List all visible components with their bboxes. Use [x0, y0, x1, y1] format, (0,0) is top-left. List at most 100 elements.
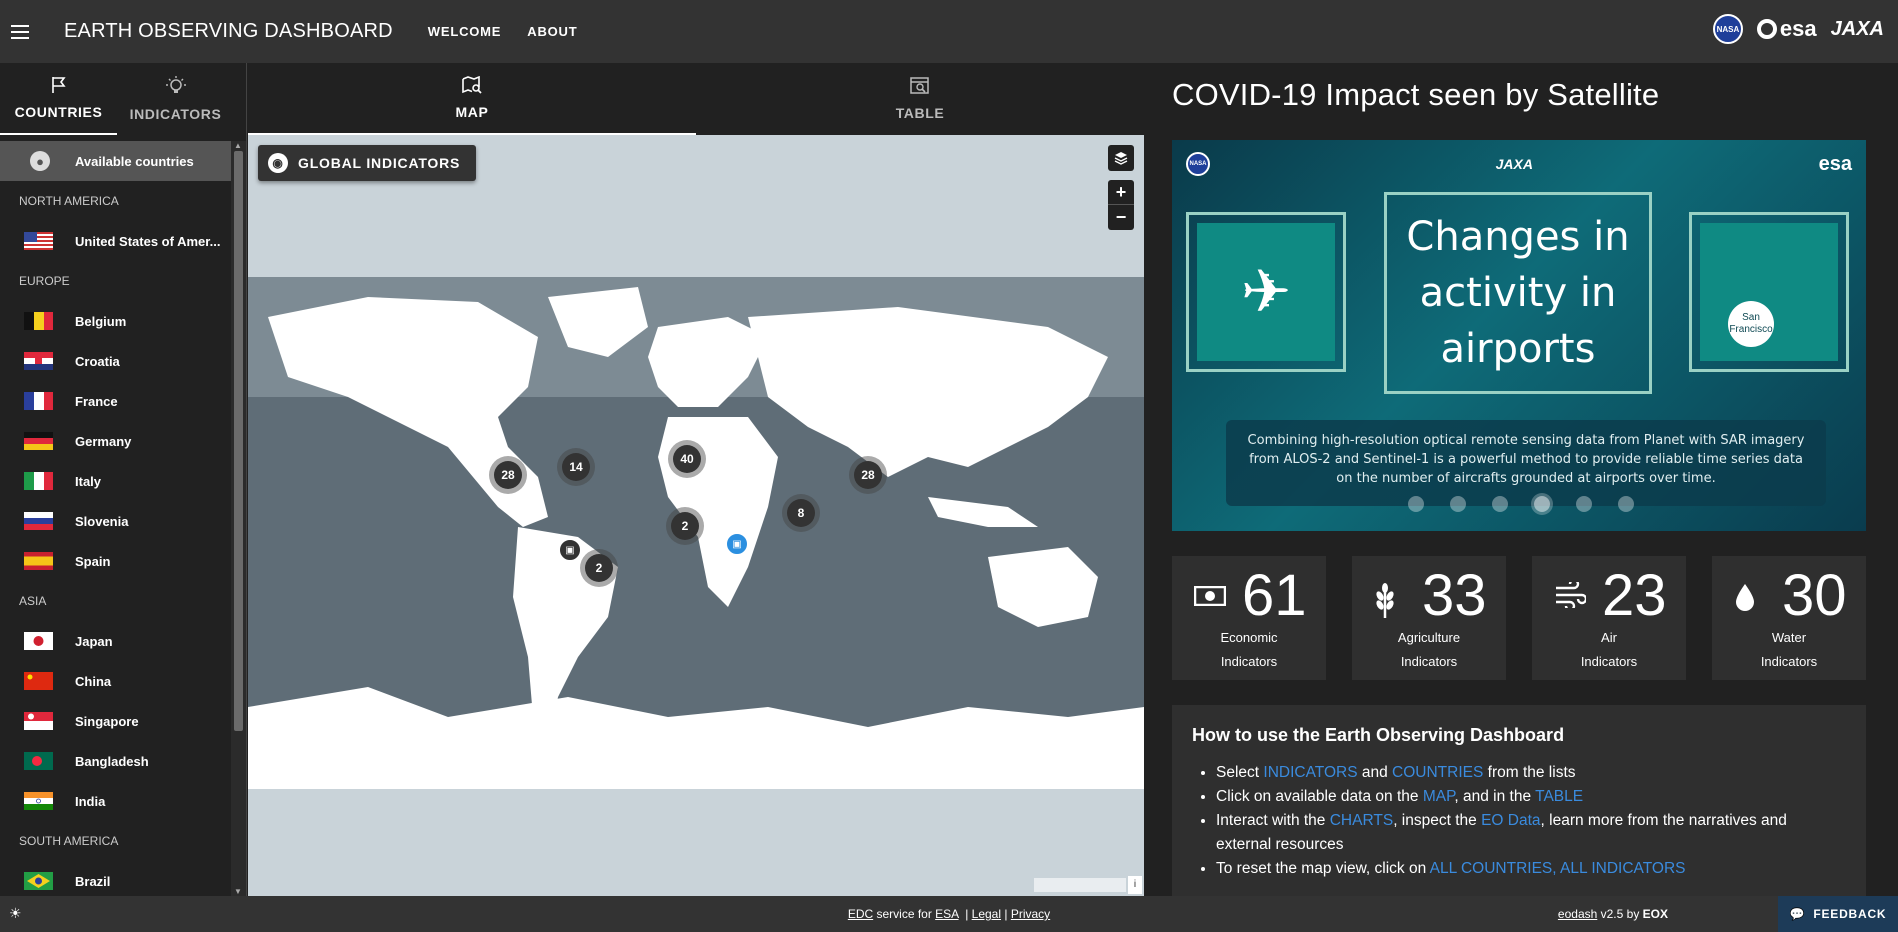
carousel-dot-active[interactable] — [1534, 496, 1550, 512]
app-title[interactable]: EARTH OBSERVING DASHBOARD — [64, 20, 393, 43]
zoom-out-button[interactable]: − — [1108, 205, 1134, 230]
carousel-dot[interactable] — [1576, 496, 1592, 512]
country-label: Germany — [75, 433, 132, 449]
carousel-dot[interactable] — [1618, 496, 1634, 512]
zoom-in-button[interactable]: + — [1108, 180, 1134, 205]
legal-link[interactable]: Legal — [972, 907, 1001, 921]
stat-label: Water — [1771, 630, 1807, 645]
singapore-flag-icon — [24, 712, 53, 730]
globe-icon: ◉ — [268, 153, 288, 173]
esa-link[interactable]: ESA — [935, 907, 958, 921]
globe-icon: ● — [30, 151, 50, 171]
eodash-link[interactable]: eodash — [1558, 907, 1597, 921]
map-cluster[interactable]: 28 — [849, 456, 887, 494]
nav-welcome[interactable]: WELCOME — [415, 24, 514, 39]
edc-link[interactable]: EDC — [848, 907, 873, 921]
link-charts[interactable]: CHARTS — [1330, 812, 1393, 829]
scroll-down-icon[interactable]: ▼ — [234, 887, 242, 896]
stat-air[interactable]: 23 Air Indicators — [1532, 556, 1686, 680]
country-india[interactable]: India — [0, 781, 231, 821]
country-spain[interactable]: Spain — [0, 541, 231, 581]
tab-indicators[interactable]: INDICATORS — [117, 63, 234, 135]
map-panel: MAP TABLE ◉ GLOBAL INDICATORS + − 28 14 … — [248, 63, 1144, 896]
country-japan[interactable]: Japan — [0, 621, 231, 661]
available-countries-label: Available countries — [75, 153, 194, 169]
money-marker-icon[interactable]: ▣ — [558, 538, 582, 562]
text: , and in the — [1454, 788, 1536, 805]
map-cluster[interactable]: 2 — [666, 507, 704, 545]
map-attribution — [1034, 878, 1126, 892]
tab-countries[interactable]: COUNTRIES — [0, 63, 117, 135]
list-item: To reset the map view, click on ALL COUN… — [1216, 857, 1846, 881]
country-slovenia[interactable]: Slovenia — [0, 501, 231, 541]
info-button[interactable]: i — [1128, 876, 1142, 894]
region-south-america: SOUTH AMERICA — [19, 834, 119, 848]
layers-icon[interactable] — [1108, 145, 1134, 171]
country-croatia[interactable]: Croatia — [0, 341, 231, 381]
airport-illustration: ✈ — [1186, 212, 1346, 372]
list-item: Click on available data on the MAP, and … — [1216, 785, 1846, 809]
scroll-up-icon[interactable]: ▲ — [234, 141, 242, 150]
nav-about[interactable]: ABOUT — [514, 24, 590, 39]
nasa-logo[interactable]: NASA — [1712, 14, 1743, 44]
available-countries[interactable]: ● Available countries — [0, 141, 231, 181]
link-eo-data[interactable]: EO Data — [1481, 812, 1540, 829]
country-germany[interactable]: Germany — [0, 421, 231, 461]
country-bangladesh[interactable]: Bangladesh — [0, 741, 231, 781]
global-indicators-button[interactable]: ◉ GLOBAL INDICATORS — [258, 145, 477, 181]
jaxa-logo[interactable]: JAXA — [1831, 18, 1884, 41]
map-cluster[interactable]: 40 — [668, 440, 706, 478]
text: To reset the map view, click on — [1216, 860, 1430, 877]
info-panel: COVID-19 Impact seen by Satellite NASA J… — [1145, 63, 1898, 896]
map-cluster[interactable]: 28 — [489, 456, 527, 494]
country-belgium[interactable]: Belgium — [0, 301, 231, 341]
stat-economic[interactable]: 61 Economic Indicators — [1172, 556, 1326, 680]
tab-table-label: TABLE — [895, 105, 945, 121]
stat-agriculture[interactable]: 33 Agriculture Indicators — [1352, 556, 1506, 680]
link-countries[interactable]: COUNTRIES — [1392, 764, 1483, 781]
carousel-dot[interactable] — [1408, 496, 1424, 512]
world-map[interactable]: ◉ GLOBAL INDICATORS + − 28 14 40 2 8 28 … — [248, 135, 1144, 896]
country-brazil[interactable]: Brazil — [0, 861, 231, 896]
stat-value: 23 — [1602, 563, 1667, 628]
country-label: China — [75, 673, 112, 689]
stat-water[interactable]: 30 Water Indicators — [1712, 556, 1866, 680]
money-marker-icon[interactable]: ▣ — [725, 532, 749, 556]
scroll-thumb[interactable] — [234, 151, 243, 731]
link-indicators[interactable]: INDICATORS — [1263, 764, 1357, 781]
country-singapore[interactable]: Singapore — [0, 701, 231, 741]
stat-label: Air — [1601, 630, 1617, 645]
money-icon — [1193, 582, 1227, 613]
esa-logo[interactable]: esa — [1756, 16, 1817, 42]
tab-map[interactable]: MAP — [248, 63, 696, 135]
slovenia-flag-icon — [24, 512, 53, 530]
carousel-dot[interactable] — [1492, 496, 1508, 512]
banner-headline: Changes in activity in airports — [1384, 192, 1652, 394]
link-map[interactable]: MAP — [1423, 788, 1455, 805]
country-france[interactable]: France — [0, 381, 231, 421]
map-cluster[interactable]: 2 — [580, 549, 618, 587]
link-table[interactable]: TABLE — [1535, 788, 1583, 805]
country-usa[interactable]: United States of Amer... — [0, 221, 231, 261]
bangladesh-flag-icon — [24, 752, 53, 770]
map-cluster[interactable]: 8 — [782, 494, 820, 532]
map-cluster[interactable]: 14 — [557, 448, 595, 486]
country-china[interactable]: China — [0, 661, 231, 701]
stat-value: 61 — [1242, 563, 1307, 628]
headline-line: airports — [1440, 326, 1596, 372]
sidebar-scrollbar[interactable]: ▲ ▼ — [231, 141, 246, 896]
feedback-button[interactable]: 💬 FEEDBACK — [1778, 896, 1898, 932]
country-italy[interactable]: Italy — [0, 461, 231, 501]
france-flag-icon — [24, 392, 53, 410]
privacy-link[interactable]: Privacy — [1011, 907, 1050, 921]
country-label: Slovenia — [75, 513, 129, 529]
menu-icon[interactable] — [0, 0, 40, 63]
link-reset[interactable]: ALL COUNTRIES, ALL INDICATORS — [1430, 860, 1686, 877]
tab-table[interactable]: TABLE — [696, 63, 1144, 135]
carousel-dot[interactable] — [1450, 496, 1466, 512]
eox-logo[interactable]: EOX — [1643, 907, 1668, 921]
brazil-flag-icon — [24, 872, 53, 890]
story-banner[interactable]: NASA JAXA esa ✈ Changes in activity in a… — [1172, 140, 1866, 531]
country-label: Singapore — [75, 713, 139, 729]
panel-title: COVID-19 Impact seen by Satellite — [1172, 77, 1660, 112]
